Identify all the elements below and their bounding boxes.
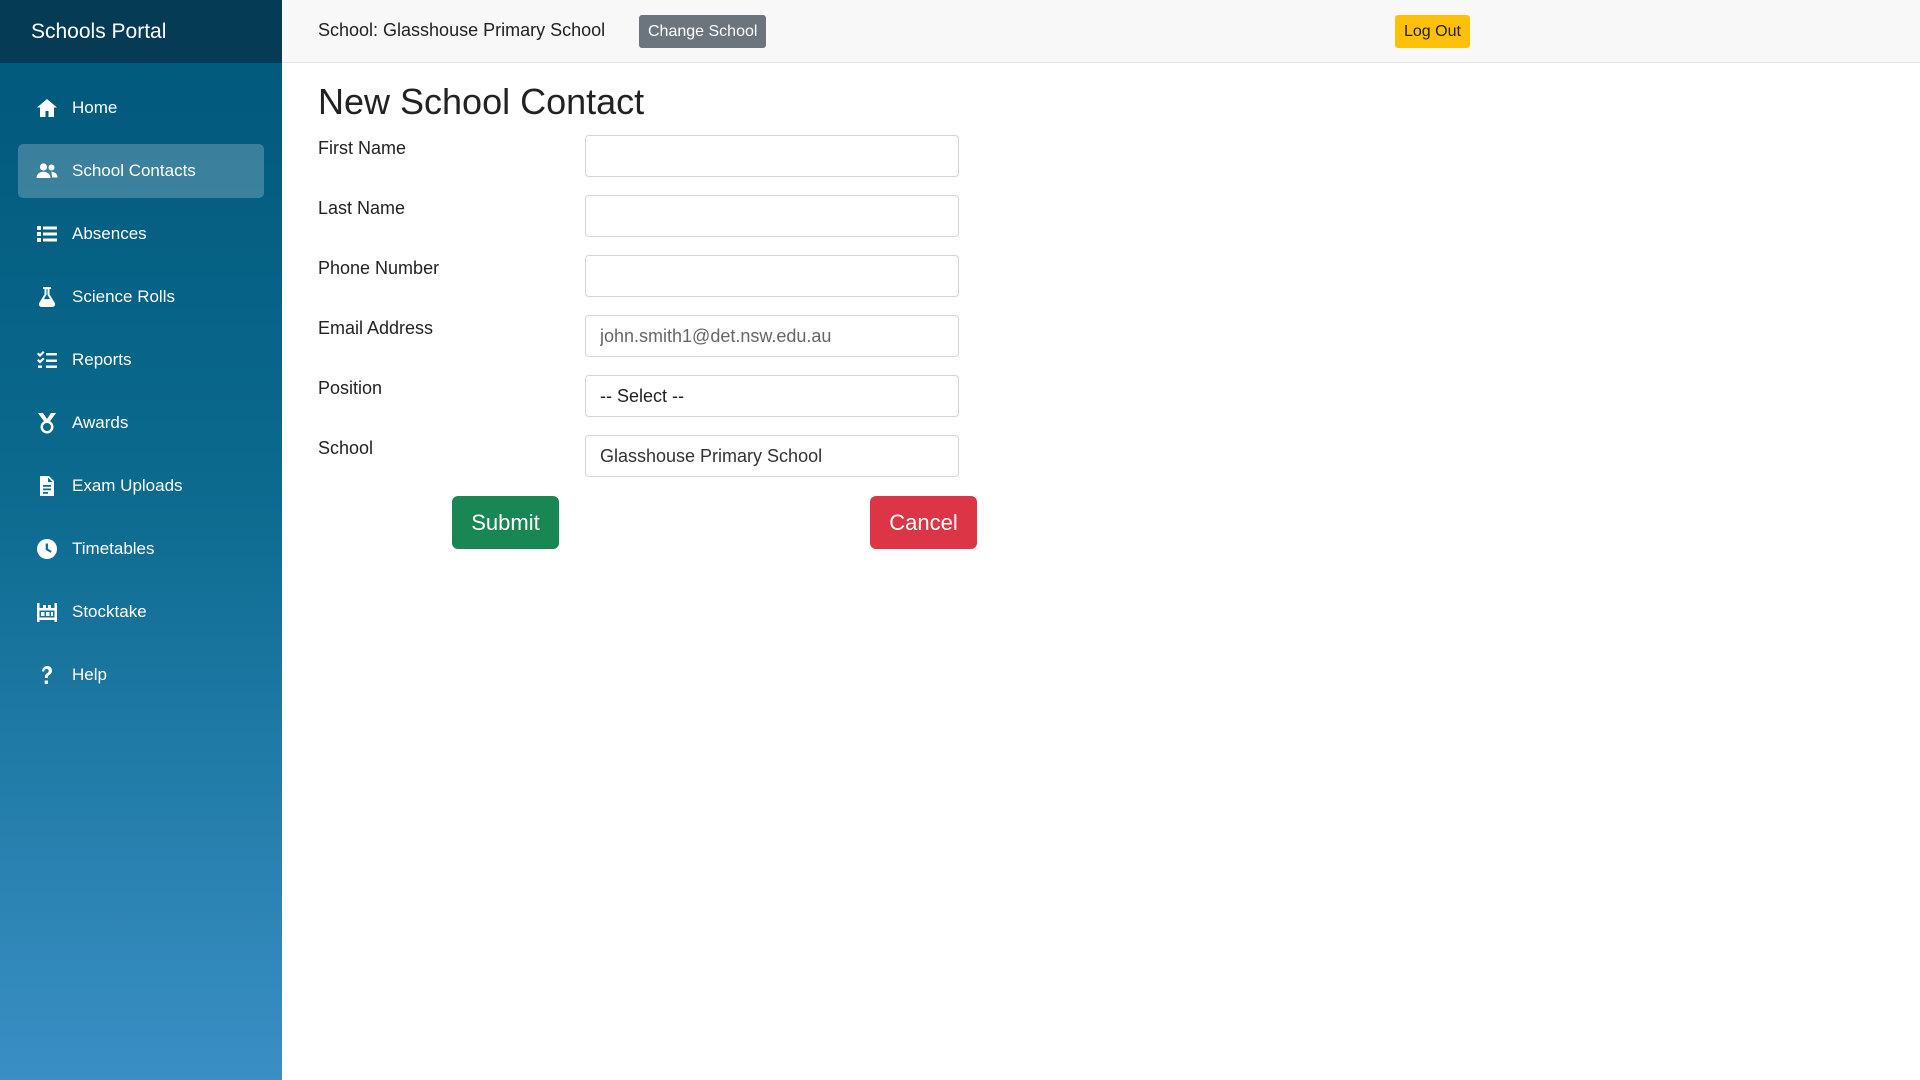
sidebar-item-label: Home [72, 98, 118, 117]
file-icon [34, 473, 60, 499]
position-label: Position [318, 378, 383, 398]
home-icon [34, 95, 60, 121]
warehouse-icon [34, 599, 60, 625]
submit-button[interactable]: Submit [452, 496, 559, 549]
current-school-label: School: Glasshouse Primary School [318, 20, 606, 40]
page-title: New School Contact [318, 81, 645, 122]
sidebar-item-label: Science Rolls [72, 287, 175, 306]
sidebar-item-label: School Contacts [72, 161, 196, 180]
email-address-label: Email Address [318, 318, 434, 338]
sidebar-item-awards[interactable]: Awards [18, 396, 264, 450]
clock-icon [34, 536, 60, 562]
sidebar-item-label: Awards [72, 413, 129, 432]
sidebar-item-science-rolls[interactable]: Science Rolls [18, 270, 264, 324]
sidebar-item-stocktake[interactable]: Stocktake [18, 585, 264, 639]
sidebar-item-reports[interactable]: Reports [18, 333, 264, 387]
sidebar-item-school-contacts[interactable]: School Contacts [18, 144, 264, 198]
question-icon [34, 662, 60, 688]
change-school-button[interactable]: Change School [639, 15, 767, 48]
sidebar-item-label: Exam Uploads [72, 476, 183, 495]
app-brand[interactable]: Schools Portal [0, 0, 282, 63]
phone-number-label: Phone Number [318, 258, 440, 278]
sidebar-item-help[interactable]: Help [18, 648, 264, 702]
top-bar: School: Glasshouse Primary School Change… [282, 0, 1920, 63]
sidebar: Schools Portal Home School Contacts Abse… [0, 0, 282, 1080]
sidebar-nav: Home School Contacts Absences Science Ro… [0, 63, 282, 702]
cancel-button[interactable]: Cancel [870, 496, 977, 549]
checklist-icon [34, 347, 60, 373]
sidebar-item-label: Reports [72, 350, 132, 369]
sidebar-item-absences[interactable]: Absences [18, 207, 264, 261]
users-icon [34, 158, 60, 184]
sidebar-item-label: Help [72, 665, 107, 684]
sidebar-item-label: Absences [72, 224, 147, 243]
email-field[interactable] [585, 315, 959, 357]
medal-icon [34, 410, 60, 436]
phone-number-field[interactable] [585, 255, 959, 297]
last-name-label: Last Name [318, 198, 406, 218]
sidebar-item-label: Stocktake [72, 602, 147, 621]
school-field[interactable] [585, 435, 959, 477]
sidebar-item-label: Timetables [72, 539, 155, 558]
position-select[interactable]: -- Select -- [585, 375, 959, 417]
list-icon [34, 221, 60, 247]
school-label: School [318, 438, 374, 458]
flask-icon [34, 284, 60, 310]
sidebar-item-exam-uploads[interactable]: Exam Uploads [18, 459, 264, 513]
logout-button[interactable]: Log Out [1395, 15, 1470, 48]
sidebar-item-home[interactable]: Home [18, 81, 264, 135]
sidebar-item-timetables[interactable]: Timetables [18, 522, 264, 576]
last-name-field[interactable] [585, 195, 959, 237]
first-name-field[interactable] [585, 135, 959, 177]
first-name-label: First Name [318, 138, 407, 158]
